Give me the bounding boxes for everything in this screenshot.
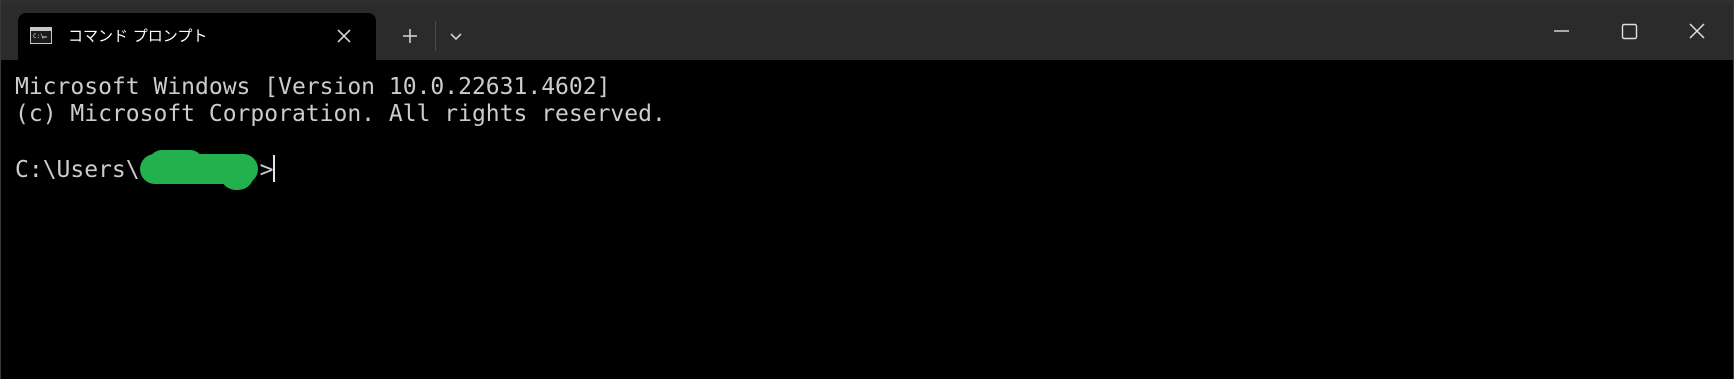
minimize-button[interactable]	[1538, 10, 1584, 50]
title-bar[interactable]: C:\ コマンド プロンプト	[1, 0, 1733, 60]
terminal-window: C:\ コマンド プロンプト Microsoft Windows [Versio…	[0, 0, 1734, 379]
tab-title: コマンド プロンプト	[68, 27, 208, 45]
minimize-icon	[1554, 30, 1569, 32]
tab-row-divider	[435, 21, 436, 51]
maximize-button[interactable]	[1606, 10, 1652, 50]
new-tab-button[interactable]	[393, 22, 427, 50]
window-close-button[interactable]	[1674, 10, 1720, 50]
maximize-icon	[1621, 23, 1638, 40]
plus-icon	[403, 29, 417, 43]
terminal-line: Microsoft Windows [Version 10.0.22631.46…	[15, 74, 611, 100]
redacted-username	[139, 149, 258, 190]
tab-command-prompt[interactable]: C:\ コマンド プロンプト	[18, 13, 376, 60]
cmd-terminal-icon: C:\	[30, 27, 52, 44]
terminal-line: (c) Microsoft Corporation. All rights re…	[15, 101, 666, 127]
close-icon	[1689, 23, 1705, 39]
terminal-output[interactable]: Microsoft Windows [Version 10.0.22631.46…	[1, 60, 1733, 379]
text-cursor	[273, 155, 276, 182]
prompt-symbol: >	[259, 157, 274, 183]
command-prompt-line[interactable]: C:\Users\ >	[15, 149, 276, 190]
chevron-down-icon	[450, 33, 462, 41]
window-top-edge	[1, 0, 1733, 3]
prompt-path: C:\Users\	[15, 157, 140, 183]
close-icon[interactable]	[331, 23, 357, 49]
profile-dropdown-button[interactable]	[441, 22, 471, 50]
